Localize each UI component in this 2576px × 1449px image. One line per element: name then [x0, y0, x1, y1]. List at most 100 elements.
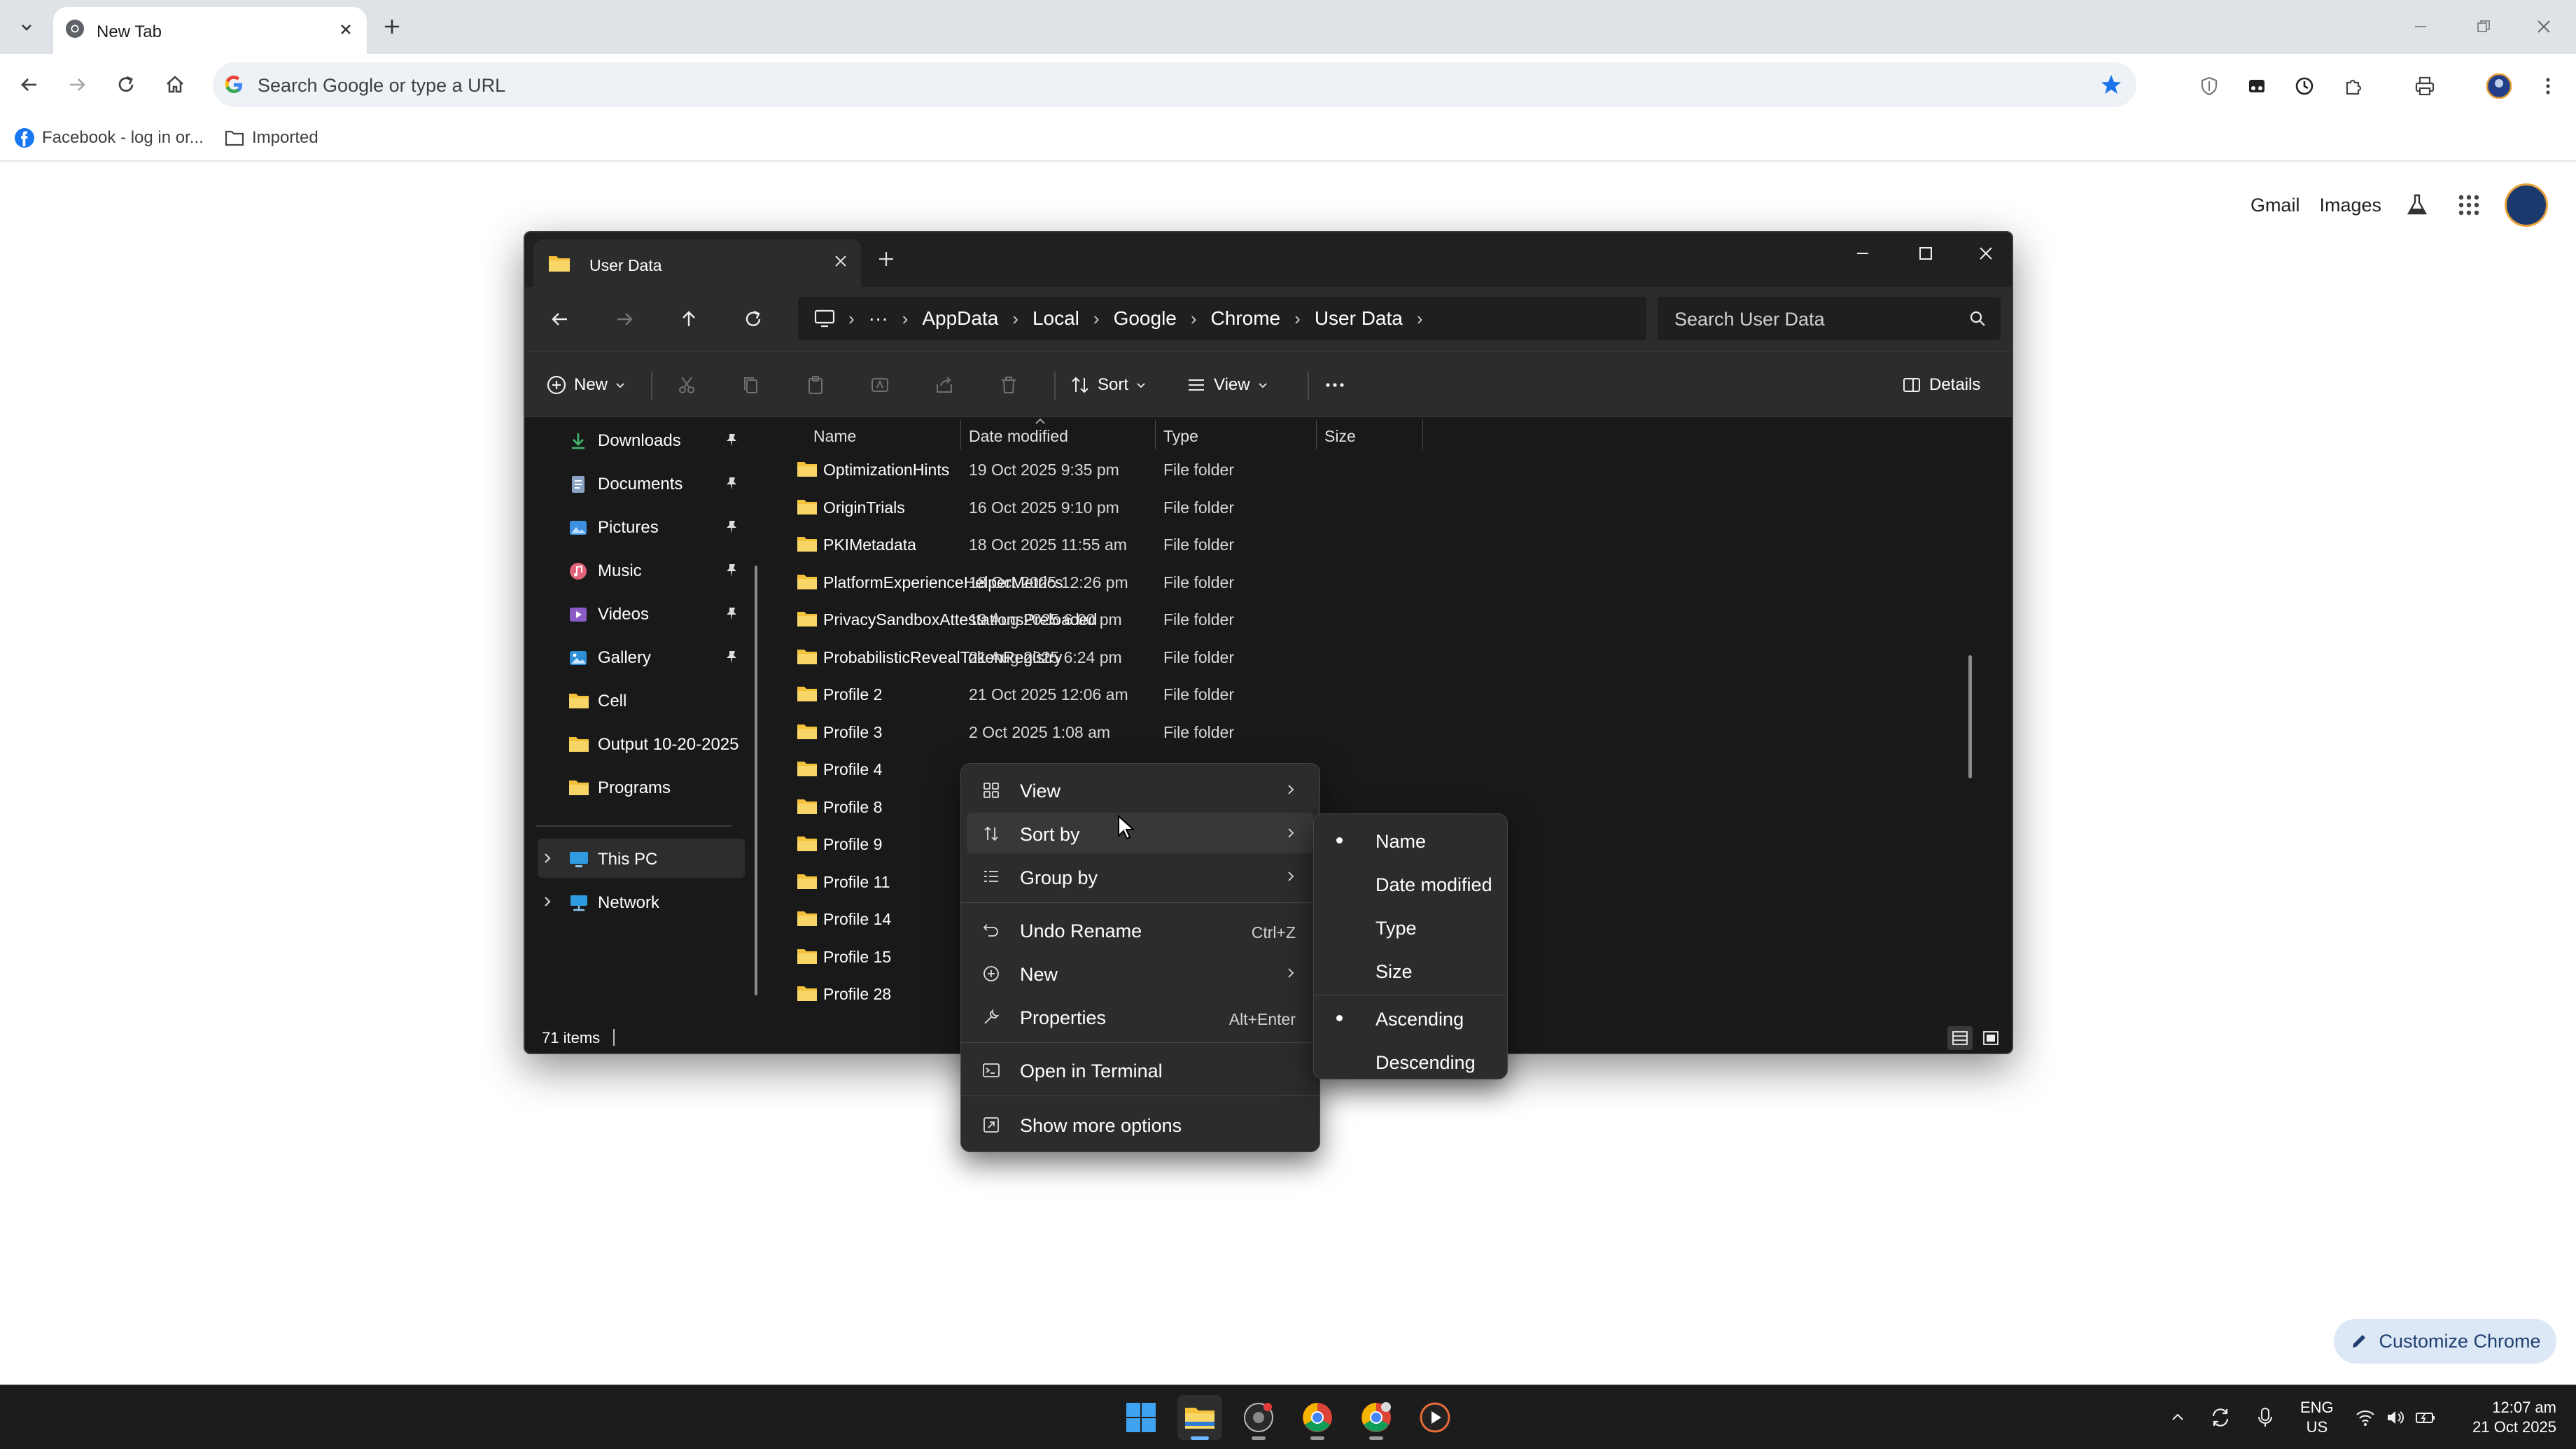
tiles-view-toggle[interactable] — [1978, 1026, 2003, 1050]
address-bar[interactable]: Search Google or type a URL — [213, 62, 2136, 107]
input-language-indicator[interactable]: ENG US — [2300, 1398, 2334, 1437]
taskbar-obs[interactable] — [1236, 1395, 1281, 1440]
google-apps-button[interactable] — [2453, 189, 2485, 221]
nav-item-output-folder[interactable]: Output 10-20-2025 — [525, 724, 748, 763]
plus-icon[interactable] — [876, 249, 896, 269]
home-button[interactable] — [158, 68, 192, 102]
cut-button[interactable] — [676, 370, 697, 400]
breadcrumb-appdata[interactable]: AppData — [912, 307, 1008, 330]
file-row[interactable]: Profile 4File folder — [771, 750, 1961, 788]
column-header-size[interactable]: Size — [1324, 427, 1356, 446]
print-button[interactable] — [2411, 72, 2439, 100]
pin-icon[interactable] — [724, 563, 739, 578]
column-divider[interactable] — [1155, 420, 1156, 449]
nav-item-music[interactable]: Music — [525, 550, 748, 589]
microphone-tray-button[interactable] — [2250, 1402, 2281, 1433]
restore-button[interactable] — [2463, 10, 2505, 43]
images-link[interactable]: Images — [2319, 195, 2381, 216]
explorer-maximize-button[interactable] — [1896, 232, 1956, 274]
column-divider[interactable] — [960, 420, 961, 449]
sort-option-date-modified[interactable]: Date modified — [1320, 863, 1502, 904]
pin-icon[interactable] — [724, 606, 739, 622]
menu-item-group-by[interactable]: Group by — [967, 856, 1314, 897]
menu-item-new[interactable]: New — [967, 953, 1314, 993]
menu-item-view[interactable]: View — [967, 769, 1314, 810]
breadcrumb-more[interactable]: ··· — [859, 307, 898, 330]
explorer-back-button[interactable] — [545, 304, 575, 335]
reload-button[interactable] — [109, 68, 143, 102]
file-row[interactable]: Profile 3 2 Oct 2025 1:08 am File folder — [771, 713, 1961, 750]
delete-button[interactable] — [998, 370, 1019, 400]
taskbar-chrome-profile[interactable] — [1354, 1395, 1399, 1440]
taskbar-chrome[interactable] — [1295, 1395, 1340, 1440]
new-item-button[interactable]: New — [546, 370, 626, 400]
copy-button[interactable] — [741, 370, 762, 400]
chrome-menu-button[interactable] — [2534, 72, 2562, 100]
file-row[interactable]: Profile 2 21 Oct 2025 12:06 am File folder — [771, 676, 1961, 713]
sort-option-size[interactable]: Size — [1320, 950, 1502, 990]
incognito-extension-button[interactable] — [2243, 72, 2271, 100]
breadcrumb-local[interactable]: Local — [1023, 307, 1089, 330]
explorer-search-box[interactable]: Search User Data — [1658, 297, 2001, 340]
pin-icon[interactable] — [724, 476, 739, 491]
explorer-tab[interactable]: User Data — [533, 239, 861, 287]
history-extension-button[interactable] — [2290, 72, 2318, 100]
sync-tray-icon-button[interactable] — [2205, 1402, 2236, 1433]
column-header-type[interactable]: Type — [1163, 427, 1198, 446]
tab-search-button[interactable] — [8, 11, 45, 43]
pin-icon[interactable] — [724, 650, 739, 665]
customize-chrome-button[interactable]: Customize Chrome — [2334, 1319, 2556, 1364]
column-header-date[interactable]: Date modified — [969, 427, 1068, 446]
details-view-toggle[interactable] — [1947, 1026, 1973, 1050]
taskbar-media-player[interactable] — [1413, 1395, 1457, 1440]
file-row[interactable]: PKIMetadata 18 Oct 2025 11:55 am File fold… — [771, 526, 1961, 563]
start-button[interactable] — [1119, 1395, 1163, 1440]
explorer-minimize-button[interactable] — [1833, 232, 1893, 274]
breadcrumb-google[interactable]: Google — [1104, 307, 1186, 330]
file-list-scrollbar[interactable] — [1968, 655, 1972, 778]
file-row[interactable]: PrivacySandboxAttestationsPreloaded 19 Au… — [771, 601, 1961, 638]
share-button[interactable] — [934, 370, 955, 400]
minimize-button[interactable] — [2400, 10, 2442, 43]
file-row[interactable]: ProbabilisticRevealTokenRegistry 21 Aug 2… — [771, 638, 1961, 676]
nav-item-videos[interactable]: Videos — [525, 594, 748, 633]
rename-button[interactable] — [869, 370, 890, 400]
browser-tab-new-tab[interactable]: New Tab — [53, 7, 367, 54]
explorer-up-button[interactable] — [673, 304, 704, 335]
close-window-button[interactable] — [2523, 10, 2565, 43]
file-row[interactable]: PlatformExperienceHelperMetrics 18 Oct 20… — [771, 564, 1961, 601]
taskbar-clock[interactable]: 12:07 am 21 Oct 2025 — [2458, 1398, 2556, 1437]
nav-item-this-pc[interactable]: This PC — [538, 839, 745, 878]
nav-item-programs[interactable]: Programs — [525, 767, 748, 806]
nav-item-cell[interactable]: Cell — [525, 680, 748, 720]
details-pane-button[interactable]: Details — [1901, 370, 1980, 400]
explorer-forward-button[interactable] — [609, 304, 640, 335]
sort-option-type[interactable]: Type — [1320, 906, 1502, 947]
menu-item-show-more-options[interactable]: Show more options — [967, 1104, 1314, 1144]
nav-item-downloads[interactable]: Downloads — [525, 420, 748, 459]
sort-option-name[interactable]: Name — [1320, 820, 1502, 860]
sort-order-ascending[interactable]: Ascending — [1320, 997, 1502, 1038]
address-breadcrumb[interactable]: › ··· › AppData › Local › Google › Chrom… — [798, 297, 1646, 340]
bookmark-star-icon[interactable] — [2099, 72, 2124, 97]
file-row[interactable]: OriginTrials 16 Oct 2025 9:10 pm File fold… — [771, 489, 1961, 526]
view-button[interactable]: View — [1186, 370, 1268, 400]
breadcrumb-user-data[interactable]: User Data — [1305, 307, 1413, 330]
pin-icon[interactable] — [724, 519, 739, 535]
file-row[interactable]: OptimizationHints 19 Oct 2025 9:35 pm File… — [771, 451, 1961, 488]
tab-close-button[interactable] — [333, 17, 358, 42]
sort-button[interactable]: Sort — [1070, 370, 1147, 400]
menu-item-open-terminal[interactable]: Open in Terminal — [967, 1049, 1314, 1090]
google-account-avatar[interactable] — [2505, 183, 2548, 227]
explorer-close-button[interactable] — [1956, 232, 2012, 274]
show-hidden-icons-button[interactable] — [2166, 1402, 2190, 1433]
close-icon[interactable] — [833, 253, 848, 269]
nav-item-pictures[interactable]: Pictures — [525, 507, 748, 546]
gmail-link[interactable]: Gmail — [2250, 195, 2300, 216]
chevron-right-icon[interactable] — [540, 851, 554, 865]
breadcrumb-chrome[interactable]: Chrome — [1201, 307, 1291, 330]
nav-pane-scrollbar[interactable] — [755, 566, 757, 995]
menu-item-sort-by[interactable]: Sort by — [967, 813, 1314, 853]
explorer-refresh-button[interactable] — [738, 304, 769, 335]
taskbar-file-explorer[interactable] — [1177, 1395, 1222, 1440]
